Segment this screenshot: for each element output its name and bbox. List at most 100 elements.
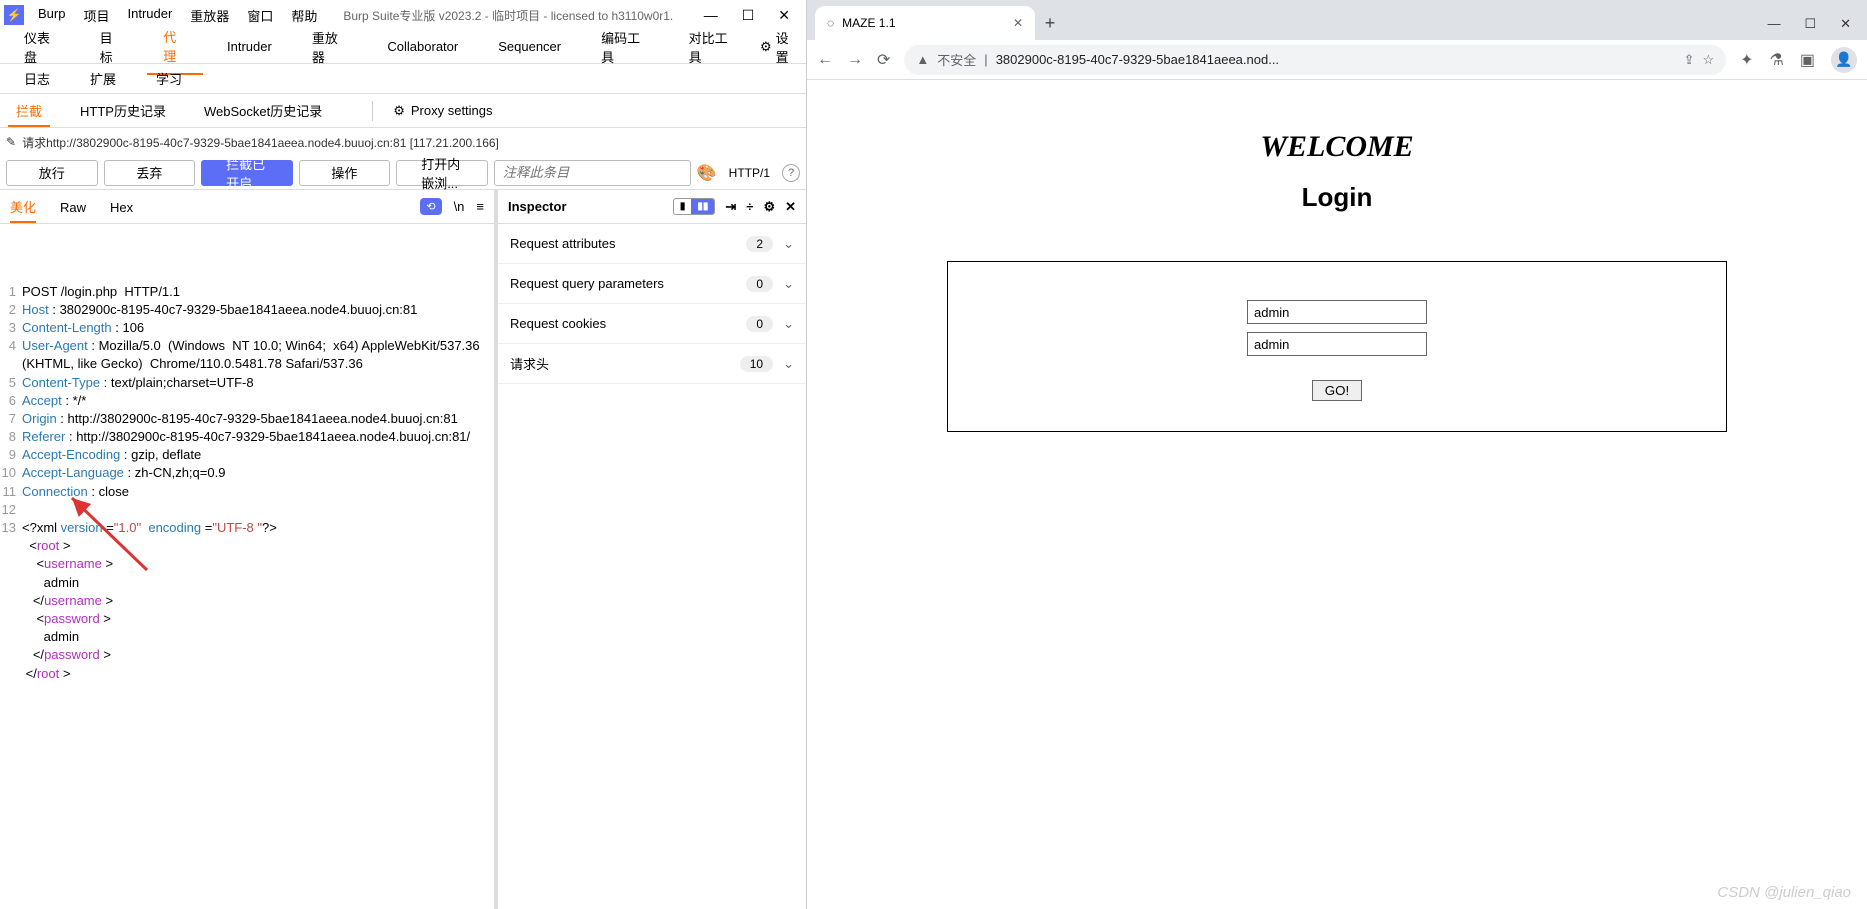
tab-Collaborator[interactable]: Collaborator: [371, 31, 474, 62]
editor-icons: ⟲ \n ≡: [420, 198, 484, 215]
tab-Intruder[interactable]: Intruder: [211, 31, 288, 62]
code-line: 1POST /login.php HTTP/1.1: [0, 283, 494, 301]
close-icon[interactable]: ✕: [785, 199, 796, 215]
proxy-settings-link[interactable]: ⚙ Proxy settings: [393, 103, 492, 119]
minimize-icon[interactable]: —: [1767, 16, 1780, 32]
burp-sub-tabs: 日志扩展学习: [0, 64, 806, 94]
code-line: 10Accept-Language : zh-CN,zh;q=0.9: [0, 464, 494, 482]
hamburger-icon[interactable]: ≡: [476, 199, 484, 214]
chrome-toolbar-icons: ✦ ⚗ ▣ 👤: [1740, 47, 1857, 73]
reload-icon[interactable]: ⟳: [877, 50, 890, 70]
login-form-box: GO!: [947, 261, 1727, 432]
watermark-text: CSDN @julien_qiao: [1717, 884, 1851, 901]
code-line: admin: [0, 628, 494, 646]
count-badge: 0: [746, 276, 773, 292]
globe-icon: ◌: [827, 16, 834, 30]
comment-input[interactable]: [494, 160, 691, 186]
code-line: </password >: [0, 646, 494, 664]
pencil-icon[interactable]: ✎: [6, 135, 16, 149]
code-line: </username >: [0, 592, 494, 610]
collapse-icon[interactable]: ⇥: [725, 199, 736, 215]
subtab-拦截[interactable]: 拦截: [8, 98, 50, 127]
wrap-icon[interactable]: ⟲: [420, 198, 441, 215]
security-warning-label: 不安全: [937, 50, 976, 69]
code-line: admin: [0, 574, 494, 592]
new-tab-button[interactable]: +: [1035, 13, 1065, 40]
editor-tab-Raw[interactable]: Raw: [60, 200, 86, 215]
action-button[interactable]: 操作: [299, 160, 391, 186]
forward-icon[interactable]: →: [847, 51, 863, 69]
subtab-HTTP历史记录[interactable]: HTTP历史记录: [72, 98, 174, 125]
profile-avatar[interactable]: 👤: [1831, 47, 1857, 73]
newline-icon[interactable]: \n: [454, 199, 465, 214]
proxy-settings-label: Proxy settings: [411, 103, 493, 118]
chrome-window: ◌ MAZE 1.1 ✕ + — ☐ ✕ ← → ⟳ ▲ 不安全 | 38029…: [807, 0, 1867, 909]
subtab-WebSocket历史记录[interactable]: WebSocket历史记录: [196, 98, 330, 125]
chevron-down-icon: ⌄: [783, 276, 794, 292]
panel-icon[interactable]: ▣: [1800, 50, 1815, 70]
inspector-header: Inspector ▮▮▮ ⇥ ÷ ⚙ ✕: [498, 190, 806, 224]
inspector-item[interactable]: Request query parameters 0 ⌄: [498, 264, 806, 304]
intercept-toggle-button[interactable]: 拦截已开启: [201, 160, 293, 186]
intercept-action-bar: 放行 丢弃 拦截已开启 操作 打开内嵌浏... 🎨 HTTP/1 ?: [0, 156, 806, 190]
code-line: 3Content-Length : 106: [0, 319, 494, 337]
divider: |: [984, 52, 987, 67]
layout-toggle[interactable]: ▮▮▮: [673, 198, 716, 215]
code-line: 13<?xml version ="1.0" encoding ="UTF-8 …: [0, 519, 494, 537]
tab-title: MAZE 1.1: [842, 16, 895, 30]
gear-icon[interactable]: ⚙: [763, 199, 775, 215]
code-line: 12: [0, 501, 494, 519]
go-button[interactable]: GO!: [1312, 380, 1362, 401]
star-icon[interactable]: ☆: [1702, 52, 1714, 68]
close-icon[interactable]: ✕: [1840, 16, 1851, 32]
chrome-toolbar: ← → ⟳ ▲ 不安全 | 3802900c-8195-40c7-9329-5b…: [807, 40, 1867, 80]
count-badge: 10: [740, 356, 773, 372]
address-bar[interactable]: ▲ 不安全 | 3802900c-8195-40c7-9329-5bae1841…: [904, 45, 1726, 75]
drop-button[interactable]: 丢弃: [104, 160, 196, 186]
forward-button[interactable]: 放行: [6, 160, 98, 186]
code-line: 2Host : 3802900c-8195-40c7-9329-5bae1841…: [0, 301, 494, 319]
code-line: 6Accept : */*: [0, 392, 494, 410]
burp-main-tabs: 仪表盘目标代理Intruder重放器CollaboratorSequencer编…: [0, 30, 806, 64]
tab-日志[interactable]: 日志: [8, 61, 66, 96]
gear-icon: ⚙: [760, 39, 772, 55]
burp-window: ⚡ Burp项目Intruder重放器窗口帮助 Burp Suite专业版 v2…: [0, 0, 807, 909]
inspector-item[interactable]: Request attributes2⌄: [498, 224, 806, 264]
request-url-line: ✎ 请求http://3802900c-8195-40c7-9329-5bae1…: [0, 128, 806, 156]
code-editor[interactable]: 1POST /login.php HTTP/1.12Host : 3802900…: [0, 224, 494, 909]
tab-扩展[interactable]: 扩展: [74, 61, 132, 96]
extensions-icon[interactable]: ✦: [1740, 50, 1753, 70]
flask-icon[interactable]: ⚗: [1770, 50, 1784, 70]
back-icon[interactable]: ←: [817, 51, 833, 69]
browser-tab[interactable]: ◌ MAZE 1.1 ✕: [815, 6, 1035, 40]
share-icon[interactable]: ⇪: [1684, 52, 1695, 68]
color-icon[interactable]: 🎨: [697, 163, 717, 183]
maximize-icon[interactable]: ☐: [1804, 16, 1816, 32]
editor-view-tabs: 美化 Raw Hex ⟲ \n ≡: [0, 190, 494, 224]
open-browser-button[interactable]: 打开内嵌浏...: [396, 160, 488, 186]
inspector-item[interactable]: Request cookies0⌄: [498, 304, 806, 344]
expand-icon[interactable]: ÷: [746, 199, 753, 214]
code-line: </root >: [0, 665, 494, 683]
help-icon[interactable]: ?: [782, 164, 800, 182]
editor-tab-美化[interactable]: 美化: [10, 200, 36, 223]
settings-button[interactable]: ⚙设置: [760, 28, 798, 66]
code-line: 5Content-Type : text/plain;charset=UTF-8: [0, 374, 494, 392]
chevron-down-icon: ⌄: [783, 236, 794, 252]
tab-Sequencer[interactable]: Sequencer: [482, 31, 577, 62]
tab-学习[interactable]: 学习: [140, 61, 198, 96]
editor-tab-Hex[interactable]: Hex: [110, 200, 133, 215]
password-field[interactable]: [1247, 332, 1427, 356]
gear-icon: ⚙: [393, 103, 405, 119]
inspector-item[interactable]: 请求头10⌄: [498, 344, 806, 384]
inspector-item-label: Request query parameters: [510, 276, 664, 291]
menu-窗口[interactable]: 窗口: [247, 6, 273, 25]
close-icon[interactable]: ✕: [778, 7, 790, 24]
username-field[interactable]: [1247, 300, 1427, 324]
tab-close-icon[interactable]: ✕: [1013, 16, 1023, 30]
code-line: 4User-Agent : Mozilla/5.0 (Windows NT 10…: [0, 337, 494, 373]
inspector-item-label: Request cookies: [510, 316, 606, 331]
http-version-label: HTTP/1: [723, 166, 776, 180]
code-line: 11Connection : close: [0, 483, 494, 501]
chrome-window-controls: — ☐ ✕: [1767, 16, 1867, 40]
